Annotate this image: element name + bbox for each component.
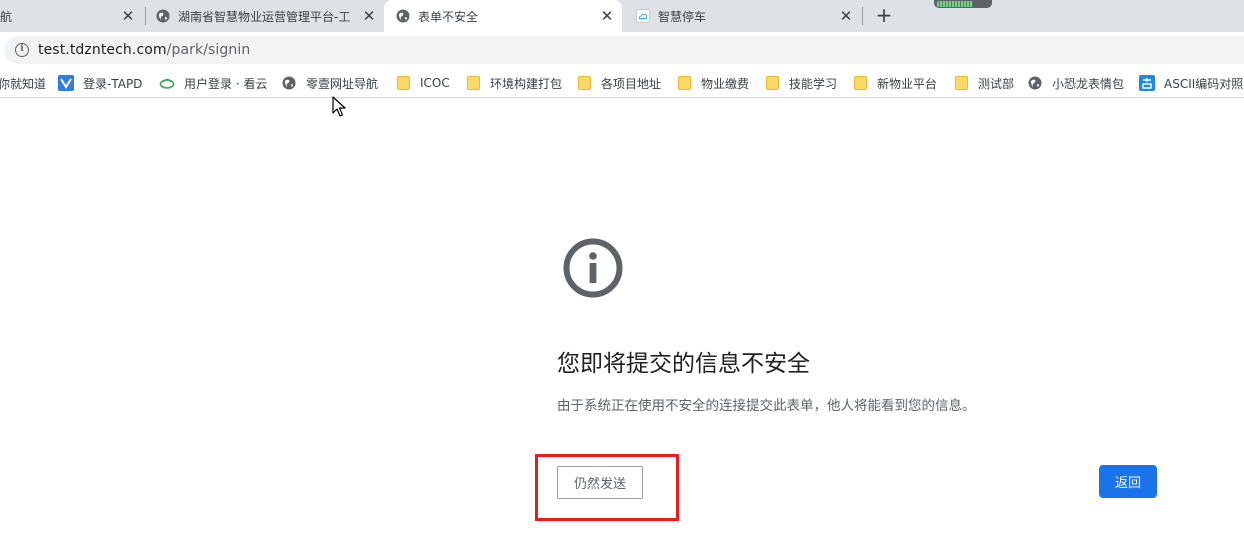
bookmark-label: 物业缴费 (701, 76, 750, 91)
bookmark-label: 登录-TAPD (83, 76, 143, 91)
bookmark-label: 零壹网址导航 (306, 76, 379, 91)
folder-icon (676, 75, 692, 91)
folder-icon (465, 75, 481, 91)
cloud-icon (636, 9, 650, 23)
url-path: /park/signin (166, 42, 251, 58)
bookmark-label: 小恐龙表情包 (1052, 76, 1125, 91)
bookmark-item[interactable]: 用户登录 · 看云 (159, 75, 267, 91)
bookmark-label: ICOC (420, 76, 450, 90)
tab-title: 智慧停车 (658, 9, 707, 24)
bookmark-label: 用户登录 · 看云 (184, 76, 268, 91)
bookmark-label: 环境构建打包 (490, 76, 563, 91)
address-bar[interactable]: i test.tdzntech.com/park/signin (4, 36, 1244, 64)
bookmark-item[interactable]: 新物业平台 (852, 75, 937, 91)
bookmark-item[interactable]: ICOC (395, 75, 450, 91)
bookmark-item[interactable]: 环境构建打包 (465, 75, 562, 91)
bookmark-item[interactable]: 测试部 (953, 75, 1014, 91)
folder-icon (953, 75, 969, 91)
bookmark-label: 技能学习 (789, 76, 838, 91)
globe-icon (1027, 75, 1043, 91)
globe-icon (156, 9, 170, 23)
tab-title: 航 (0, 9, 13, 24)
kancloud-icon (159, 75, 175, 91)
bookmark-item[interactable]: 各项目地址 (576, 75, 661, 91)
folder-icon (576, 75, 592, 91)
tapd-icon (58, 75, 74, 91)
tab-title: 湖南省智慧物业运营管理平台-工 (178, 9, 351, 24)
close-icon[interactable]: ✕ (120, 8, 136, 24)
bookmark-item[interactable]: 技能学习 (764, 75, 837, 91)
bookmark-label: ASCII编码对照 (1164, 76, 1244, 91)
bookmark-label: 你就知道 (0, 76, 47, 91)
bookmark-item[interactable]: 零壹网址导航 (281, 75, 378, 91)
tab-navigation[interactable]: 航 ✕ (0, 0, 143, 32)
bookmark-item[interactable]: ASCII编码对照 (1139, 75, 1243, 91)
tab-title: 表单不安全 (418, 9, 479, 24)
tab-smart-parking[interactable]: 智慧停车 ✕ (624, 0, 860, 32)
globe-icon (281, 75, 297, 91)
tab-form-not-secure[interactable]: 表单不安全 ✕ (384, 0, 622, 32)
tab-property-platform[interactable]: 湖南省智慧物业运营管理平台-工 ✕ (156, 0, 382, 32)
globe-icon (396, 9, 410, 23)
close-icon[interactable]: ✕ (838, 8, 854, 24)
tab-strip: 航 ✕ 湖南省智慧物业运营管理平台-工 ✕ 表单不安全 ✕ 智慧停车 ✕ + (0, 0, 1244, 32)
address-url[interactable]: test.tdzntech.com/park/signin (38, 42, 250, 58)
mouse-cursor-icon (332, 96, 346, 118)
browser-toolbar: i test.tdzntech.com/park/signin (0, 32, 1244, 68)
activity-meter-fill (937, 1, 973, 7)
bookmark-item[interactable]: 登录-TAPD (58, 75, 142, 91)
bookmark-item[interactable]: 物业缴费 (676, 75, 749, 91)
url-host: test.tdzntech.com (38, 42, 167, 58)
highlight-box (535, 454, 679, 521)
tab-divider (862, 7, 863, 25)
bookmarks-bar: 你就知道 登录-TAPD 用户登录 · 看云 零壹网址导航 ICOC 环境构建打… (0, 68, 1244, 98)
close-icon[interactable]: ✕ (599, 8, 615, 24)
activity-meter (934, 0, 992, 8)
folder-icon (852, 75, 868, 91)
site-info-icon[interactable]: i (15, 43, 29, 57)
bookmark-label: 各项目地址 (601, 76, 662, 91)
bookmark-label: 测试部 (978, 76, 1015, 91)
bookmark-item[interactable]: 你就知道 (0, 75, 46, 91)
page-description: 由于系统正在使用不安全的连接提交此表单，他人将能看到您的信息。 (557, 398, 976, 414)
tab-divider (145, 7, 146, 25)
page-title: 您即将提交的信息不安全 (557, 351, 810, 377)
back-button[interactable]: 返回 (1099, 465, 1157, 498)
new-tab-button[interactable]: + (874, 5, 894, 25)
folder-icon (764, 75, 780, 91)
folder-icon (395, 75, 411, 91)
info-icon (563, 238, 623, 298)
ascii-icon (1139, 75, 1155, 91)
bookmark-label: 新物业平台 (877, 76, 938, 91)
close-icon[interactable]: ✕ (361, 8, 377, 24)
bookmark-item[interactable]: 小恐龙表情包 (1027, 75, 1124, 91)
